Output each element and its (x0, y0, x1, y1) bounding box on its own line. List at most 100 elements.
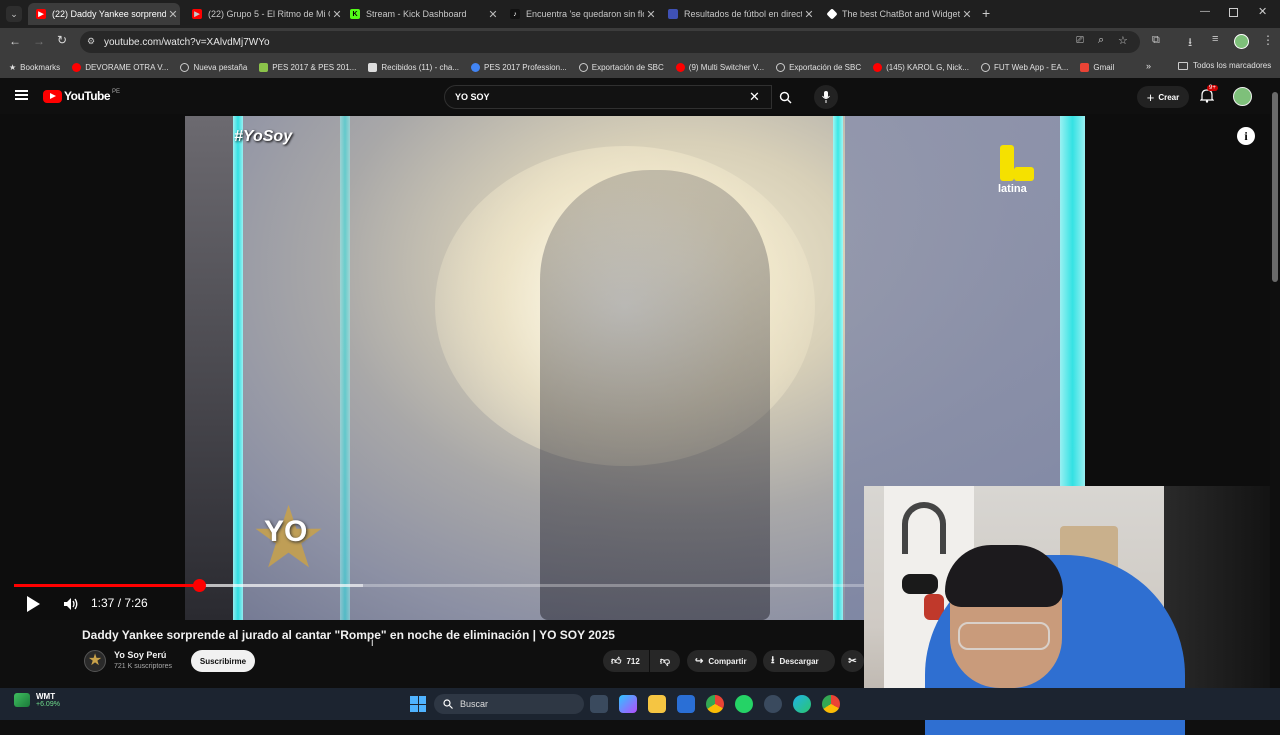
tab-title: The best ChatBot and Widgets (842, 9, 960, 19)
channel-avatar[interactable]: ★ (84, 650, 106, 672)
latina-text: latina (998, 183, 1027, 195)
controller-icon (902, 574, 938, 594)
scores-favicon-icon (668, 9, 678, 19)
volume-button[interactable] (63, 597, 79, 616)
extensions-icon[interactable]: ⧉ (1152, 34, 1160, 47)
tab-title: Encuentra 'se quedaron sin flor (526, 9, 644, 19)
zoom-icon[interactable]: ⌕ (1098, 34, 1104, 47)
play-button[interactable] (27, 596, 41, 612)
download-button[interactable]: ⭳ Descargar (763, 650, 835, 672)
youtube-favicon-icon (675, 62, 685, 72)
scrollbar-thumb[interactable] (1272, 92, 1278, 282)
close-tab-icon[interactable]: ✕ (644, 8, 658, 21)
tab-1[interactable]: ▶ (22) Daddy Yankee sorprende a ✕ (28, 3, 180, 25)
chrome-active-icon[interactable] (822, 695, 840, 713)
like-count: 712 (626, 656, 640, 666)
store-icon[interactable] (677, 695, 695, 713)
close-tab-icon[interactable]: ✕ (960, 8, 974, 21)
scrubber-handle[interactable] (192, 579, 206, 592)
tab-4[interactable]: ♪ Encuentra 'se quedaron sin flor ✕ (502, 3, 658, 25)
bookmark-item[interactable]: ★ Bookmarks (9, 63, 60, 72)
downloads-icon[interactable]: ⭳ (1188, 33, 1192, 54)
download-icon: ⭳ (771, 654, 775, 666)
chrome-menu-icon[interactable]: ⋮ (1262, 33, 1274, 47)
clear-search-icon[interactable]: ✕ (749, 89, 760, 105)
stage-light (833, 116, 843, 620)
channel-name[interactable]: Yo Soy Perú (114, 650, 166, 660)
bookmark-item[interactable]: Exportación de SBC (578, 62, 664, 72)
bookmark-item[interactable]: PES 2017 Profession... (471, 62, 567, 72)
bookmark-item[interactable]: (9) Multi Switcher V... (675, 62, 764, 72)
bookmark-label: Exportación de SBC (591, 62, 664, 72)
whatsapp-icon[interactable] (735, 695, 753, 713)
search-input[interactable]: YO SOY ✕ (444, 85, 772, 109)
notifications-button[interactable]: 9+ (1199, 85, 1218, 106)
bookmark-label: (145) KAROL G, Nick... (886, 62, 969, 72)
close-window-icon[interactable]: ✕ (1258, 5, 1267, 18)
tab-title: Resultados de fútbol en directo (684, 9, 802, 19)
copilot-icon[interactable] (619, 695, 637, 713)
restore-icon[interactable] (1229, 8, 1238, 17)
cast-icon[interactable]: ⎚ (1076, 35, 1084, 46)
voice-search-button[interactable] (814, 85, 838, 109)
subscribe-button[interactable]: Suscribirme (191, 650, 255, 672)
play-icon (27, 596, 40, 612)
create-button[interactable]: + Crear (1137, 86, 1189, 108)
plus-icon: + (1146, 89, 1155, 105)
stock-widget[interactable]: WMT +6.09% (14, 692, 60, 708)
start-button[interactable] (410, 696, 426, 712)
bookmark-item[interactable]: Exportación de SBC (776, 62, 861, 72)
like-button[interactable]: 👍︎ 712 (603, 650, 649, 672)
bookmark-item[interactable]: (145) KAROL G, Nick... (873, 62, 969, 72)
search-icon (443, 699, 453, 709)
tab-2[interactable]: ▶ (22) Grupo 5 - El Ritmo de Mi C ✕ (184, 3, 344, 25)
bookmark-item[interactable]: PES 2017 & PES 201... (259, 62, 356, 72)
profile-avatar[interactable] (1234, 34, 1249, 49)
glasses-icon (958, 622, 1050, 650)
more-bookmarks-icon[interactable]: » (1146, 61, 1151, 71)
close-tab-icon[interactable]: ✕ (166, 8, 180, 21)
scrollbar-track[interactable] (1270, 82, 1280, 688)
video-title: Daddy Yankee sorprende al jurado al cant… (82, 628, 615, 642)
task-view-icon[interactable] (590, 695, 608, 713)
tab-6[interactable]: The best ChatBot and Widgets ✕ (820, 3, 974, 25)
tab-search-button[interactable]: ⌄ (6, 6, 22, 22)
minimize-icon[interactable]: — (1200, 6, 1210, 17)
progress-fill (14, 584, 199, 587)
clip-button[interactable]: ✂ (841, 650, 864, 672)
all-bookmarks[interactable]: Todos los marcadores (1178, 61, 1271, 70)
info-icon[interactable]: i (1237, 127, 1255, 145)
taskbar-search-placeholder: Buscar (460, 699, 489, 709)
chrome-icon[interactable] (706, 695, 724, 713)
settings-icon[interactable] (764, 695, 782, 713)
media-control-icon[interactable]: ≡ (1212, 33, 1218, 45)
bookmark-item[interactable]: Recibidos (11) - cha... (368, 62, 459, 72)
tab-5[interactable]: Resultados de fútbol en directo ✕ (660, 3, 816, 25)
site-info-icon[interactable]: ⚙ (87, 36, 95, 47)
address-bar[interactable]: ⚙ youtube.com/watch?v=XAlvdMj7WYo ⎚ ⌕ ☆ (80, 31, 1140, 53)
bookmark-label: Gmail (1093, 62, 1115, 72)
bookmark-item[interactable]: DEVORAME OTRA V... (72, 62, 168, 72)
share-button[interactable]: ↪ Compartir (687, 650, 757, 672)
account-avatar[interactable] (1233, 87, 1252, 106)
bookmark-item[interactable]: FUT Web App - EA... (980, 62, 1068, 72)
tab-strip: ⌄ ▶ (22) Daddy Yankee sorprende a ✕ ▶ (2… (0, 0, 1280, 28)
file-explorer-icon[interactable] (648, 695, 666, 713)
reload-icon[interactable]: ↻ (57, 33, 67, 47)
bookmark-star-icon[interactable]: ☆ (1118, 34, 1128, 47)
edge-icon[interactable] (793, 695, 811, 713)
region-code: PE (112, 89, 121, 95)
taskbar-search[interactable]: Buscar (434, 694, 584, 714)
new-tab-icon[interactable]: + (982, 5, 990, 21)
bookmark-item[interactable]: Nueva pestaña (180, 62, 247, 72)
dislike-button[interactable]: 👎︎ (650, 650, 680, 672)
forward-icon[interactable]: → (33, 34, 45, 48)
close-tab-icon[interactable]: ✕ (802, 8, 816, 21)
search-button[interactable] (772, 85, 798, 109)
bookmark-item[interactable]: Gmail (1080, 62, 1115, 72)
back-icon[interactable]: ← (9, 34, 21, 48)
hamburger-menu-icon[interactable] (15, 90, 28, 100)
close-tab-icon[interactable]: ✕ (486, 8, 500, 21)
youtube-logo[interactable]: YouTube PE (43, 89, 120, 103)
tab-3[interactable]: K Stream - Kick Dashboard ✕ (342, 3, 500, 25)
